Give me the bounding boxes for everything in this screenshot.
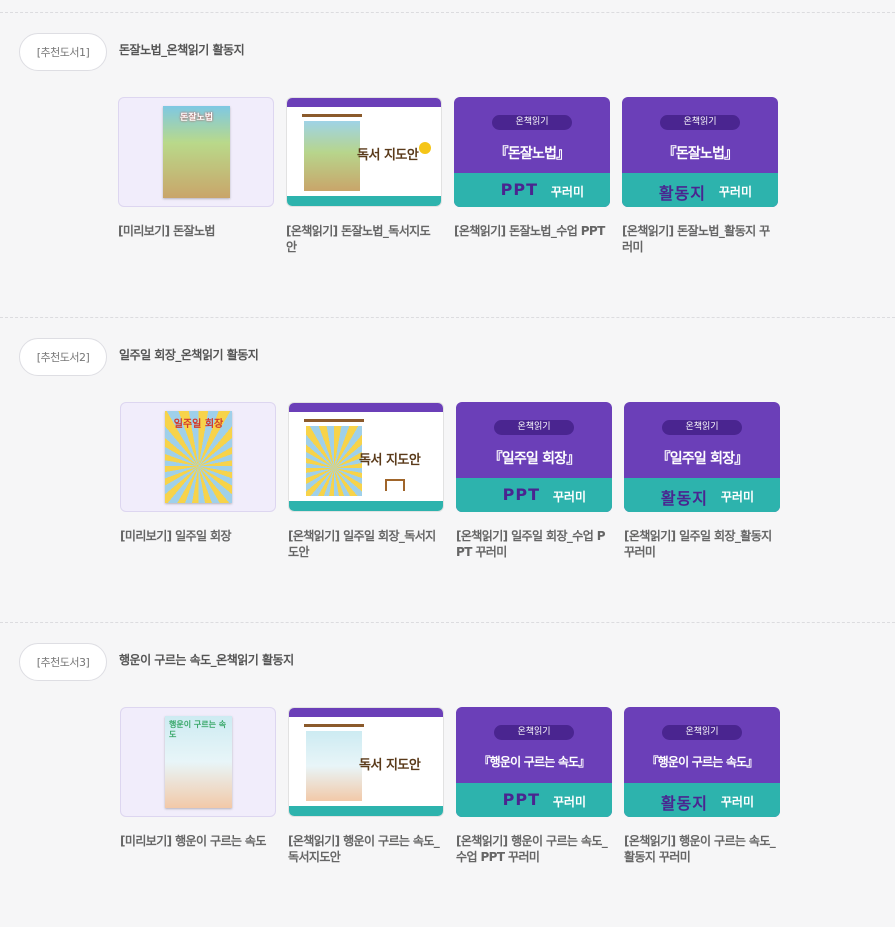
activity-label: 활동지 [658, 184, 706, 203]
card-guide[interactable]: 독서 지도안 [온책읽기] 행운이 구르는 속도_독서지도안 [288, 707, 444, 865]
card-ppt[interactable]: 온책읽기 『돈잘노법』 PPT 꾸러미 [온책읽기] 돈잘노법_수업 PPT [454, 97, 610, 239]
book-cover-image: 행운이 구르는 속도 [165, 716, 232, 808]
pill-label: 온책읽기 [492, 115, 572, 130]
book-cover-image: 일주일 회장 [165, 411, 232, 503]
card-caption[interactable]: [온책읽기] 일주일 회장_독서지도안 [288, 528, 440, 560]
guide-label: 독서 지도안 [357, 148, 419, 163]
bottom-bar [287, 196, 441, 206]
book-cover-image [306, 426, 362, 496]
guide-label: 독서 지도안 [359, 758, 421, 773]
footer-band: 활동지 꾸러미 [622, 173, 778, 207]
ppt-thumbnail[interactable]: 온책읽기 『행운이 구르는 속도』 PPT 꾸러미 [456, 707, 612, 817]
decor-label: 꾸러미 [552, 490, 586, 504]
decor-label: 꾸러미 [550, 185, 584, 199]
decor-label: 꾸러미 [720, 795, 754, 809]
recommend-badge: [추천도서1] [19, 33, 107, 71]
card-ppt[interactable]: 온책읽기 『일주일 회장』 PPT 꾸러미 [온책읽기] 일주일 회장_수업 P… [456, 402, 612, 560]
recommend-badge: [추천도서3] [19, 643, 107, 681]
hanging-scroll [302, 114, 362, 194]
hanging-scroll [304, 419, 364, 499]
card-guide[interactable]: 독서 지도안 [온책읽기] 돈잘노법_독서지도안 [286, 97, 442, 255]
cover-title: 일주일 회장 [173, 419, 224, 430]
card-caption[interactable]: [온책읽기] 돈잘노법_독서지도안 [286, 223, 438, 255]
card-caption[interactable]: [온책읽기] 행운이 구르는 속도_수업 PPT 꾸러미 [456, 833, 608, 865]
guide-thumbnail[interactable]: 독서 지도안 [288, 707, 444, 817]
book-cover-image [306, 731, 362, 801]
pill-label: 온책읽기 [662, 725, 742, 740]
ppt-label: PPT [502, 485, 540, 504]
recommend-badge: [추천도서2] [19, 338, 107, 376]
section-title: 일주일 회장_온책읽기 활동지 [119, 348, 259, 362]
activity-thumbnail[interactable]: 온책읽기 『돈잘노법』 활동지 꾸러미 [622, 97, 778, 207]
ppt-thumbnail[interactable]: 온책읽기 『돈잘노법』 PPT 꾸러미 [454, 97, 610, 207]
book-title: 『돈잘노법』 [494, 146, 571, 162]
bottom-bar [289, 806, 443, 816]
card-caption[interactable]: [미리보기] 일주일 회장 [120, 528, 272, 544]
card-ppt[interactable]: 온책읽기 『행운이 구르는 속도』 PPT 꾸러미 [온책읽기] 행운이 구르는… [456, 707, 612, 865]
card-preview[interactable]: 행운이 구르는 속도 [미리보기] 행운이 구르는 속도 [120, 707, 276, 849]
book-cover-image [304, 121, 360, 191]
pill-label: 온책읽기 [660, 115, 740, 130]
card-caption[interactable]: [온책읽기] 행운이 구르는 속도_독서지도안 [288, 833, 440, 865]
book-title: 『일주일 회장』 [656, 451, 749, 467]
activity-thumbnail[interactable]: 온책읽기 『일주일 회장』 활동지 꾸러미 [624, 402, 780, 512]
card-caption[interactable]: [미리보기] 행운이 구르는 속도 [120, 833, 272, 849]
card-caption[interactable]: [온책읽기] 일주일 회장_활동지 꾸러미 [624, 528, 776, 560]
card-activity[interactable]: 온책읽기 『돈잘노법』 활동지 꾸러미 [온책읽기] 돈잘노법_활동지 꾸러미 [622, 97, 778, 255]
card-caption[interactable]: [온책읽기] 행운이 구르는 속도_활동지 꾸러미 [624, 833, 776, 865]
card-guide[interactable]: 독서 지도안 [온책읽기] 일주일 회장_독서지도안 [288, 402, 444, 560]
pill-label: 온책읽기 [662, 420, 742, 435]
book-title: 『행운이 구르는 속도』 [478, 755, 590, 769]
top-bar [289, 403, 443, 412]
preview-thumbnail[interactable]: 돈잘노법 [118, 97, 274, 207]
decor-label: 꾸러미 [718, 185, 752, 199]
footer-band: 활동지 꾸러미 [624, 783, 780, 817]
section-title: 돈잘노법_온책읽기 활동지 [119, 43, 245, 57]
footer-band: PPT 꾸러미 [456, 478, 612, 512]
book-section-3: [추천도서3] 행운이 구르는 속도_온책읽기 활동지 행운이 구르는 속도 [… [0, 622, 895, 927]
book-title: 『일주일 회장』 [488, 451, 581, 467]
bottom-bar [289, 501, 443, 511]
card-activity[interactable]: 온책읽기 『행운이 구르는 속도』 활동지 꾸러미 [온책읽기] 행운이 구르는… [624, 707, 780, 865]
top-bar [287, 98, 441, 107]
card-caption[interactable]: [온책읽기] 돈잘노법_수업 PPT [454, 223, 606, 239]
footer-band: 활동지 꾸러미 [624, 478, 780, 512]
section-title: 행운이 구르는 속도_온책읽기 활동지 [119, 653, 294, 667]
card-caption[interactable]: [미리보기] 돈잘노법 [118, 223, 270, 239]
book-section-2: [추천도서2] 일주일 회장_온책읽기 활동지 일주일 회장 [미리보기] 일주… [0, 317, 895, 622]
cover-title: 돈잘노법 [179, 113, 214, 123]
ppt-label: PPT [502, 790, 540, 809]
footer-band: PPT 꾸러미 [456, 783, 612, 817]
book-section-1: [추천도서1] 돈잘노법_온책읽기 활동지 돈잘노법 [미리보기] 돈잘노법 독… [0, 12, 895, 317]
footer-band: PPT 꾸러미 [454, 173, 610, 207]
guide-label: 독서 지도안 [359, 453, 421, 468]
pill-label: 온책읽기 [494, 725, 574, 740]
ppt-thumbnail[interactable]: 온책읽기 『일주일 회장』 PPT 꾸러미 [456, 402, 612, 512]
hanging-scroll [304, 724, 364, 804]
book-title: 『돈잘노법』 [662, 146, 739, 162]
pill-label: 온책읽기 [494, 420, 574, 435]
activity-label: 활동지 [660, 489, 708, 508]
card-caption[interactable]: [온책읽기] 돈잘노법_활동지 꾸러미 [622, 223, 774, 255]
card-preview[interactable]: 일주일 회장 [미리보기] 일주일 회장 [120, 402, 276, 544]
preview-thumbnail[interactable]: 일주일 회장 [120, 402, 276, 512]
cover-title: 행운이 구르는 속도 [169, 720, 227, 739]
preview-thumbnail[interactable]: 행운이 구르는 속도 [120, 707, 276, 817]
ppt-label: PPT [500, 180, 538, 199]
coin-decoration [419, 142, 431, 154]
desk-decoration [385, 479, 405, 491]
decor-label: 꾸러미 [720, 490, 754, 504]
card-activity[interactable]: 온책읽기 『일주일 회장』 활동지 꾸러미 [온책읽기] 일주일 회장_활동지 … [624, 402, 780, 560]
guide-thumbnail[interactable]: 독서 지도안 [286, 97, 442, 207]
decor-label: 꾸러미 [552, 795, 586, 809]
activity-thumbnail[interactable]: 온책읽기 『행운이 구르는 속도』 활동지 꾸러미 [624, 707, 780, 817]
guide-thumbnail[interactable]: 독서 지도안 [288, 402, 444, 512]
card-preview[interactable]: 돈잘노법 [미리보기] 돈잘노법 [118, 97, 274, 239]
activity-label: 활동지 [660, 794, 708, 813]
book-title: 『행운이 구르는 속도』 [646, 755, 758, 769]
card-caption[interactable]: [온책읽기] 일주일 회장_수업 PPT 꾸러미 [456, 528, 608, 560]
book-cover-image: 돈잘노법 [163, 106, 230, 198]
top-bar [289, 708, 443, 717]
